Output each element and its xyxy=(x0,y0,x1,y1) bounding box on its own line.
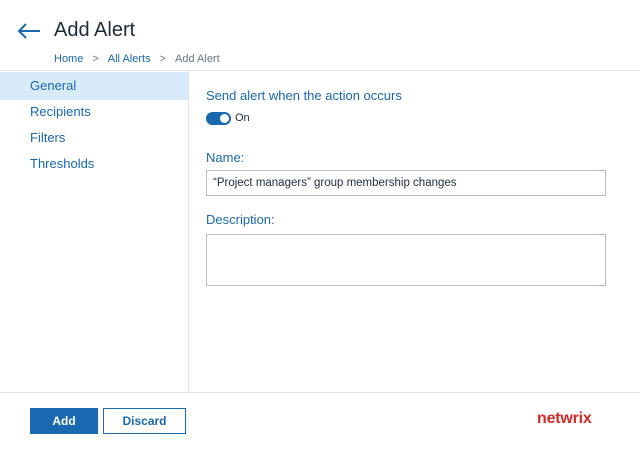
discard-button[interactable]: Discard xyxy=(103,408,186,434)
sidebar: General Recipients Filters Thresholds xyxy=(0,71,189,393)
breadcrumb-home[interactable]: Home xyxy=(54,53,83,65)
sidebar-item-thresholds[interactable]: Thresholds xyxy=(0,150,188,178)
page-title: Add Alert xyxy=(54,19,136,41)
breadcrumb-all-alerts[interactable]: All Alerts xyxy=(108,53,151,65)
description-label: Description: xyxy=(206,212,275,227)
breadcrumb-separator: > xyxy=(159,53,167,65)
sidebar-item-recipients[interactable]: Recipients xyxy=(0,98,188,126)
netwrix-logo: netwrix xyxy=(537,410,592,427)
send-alert-label: Send alert when the action occurs xyxy=(206,88,402,103)
add-button[interactable]: Add xyxy=(30,408,98,434)
description-field[interactable] xyxy=(206,234,606,286)
name-field[interactable] xyxy=(206,170,606,196)
footer-divider xyxy=(0,392,640,393)
toggle-knob xyxy=(220,114,229,123)
breadcrumb: Home > All Alerts > Add Alert xyxy=(54,53,220,65)
toggle-state-label: On xyxy=(235,112,250,124)
arrow-left-icon[interactable] xyxy=(16,20,42,42)
sidebar-item-filters[interactable]: Filters xyxy=(0,124,188,152)
name-label: Name: xyxy=(206,150,245,165)
send-alert-toggle[interactable] xyxy=(206,112,231,125)
sidebar-item-general[interactable]: General xyxy=(0,72,188,100)
breadcrumb-separator: > xyxy=(92,53,99,65)
header: Add Alert Home > All Alerts > Add Alert xyxy=(0,0,640,70)
breadcrumb-current: Add Alert xyxy=(175,53,220,65)
